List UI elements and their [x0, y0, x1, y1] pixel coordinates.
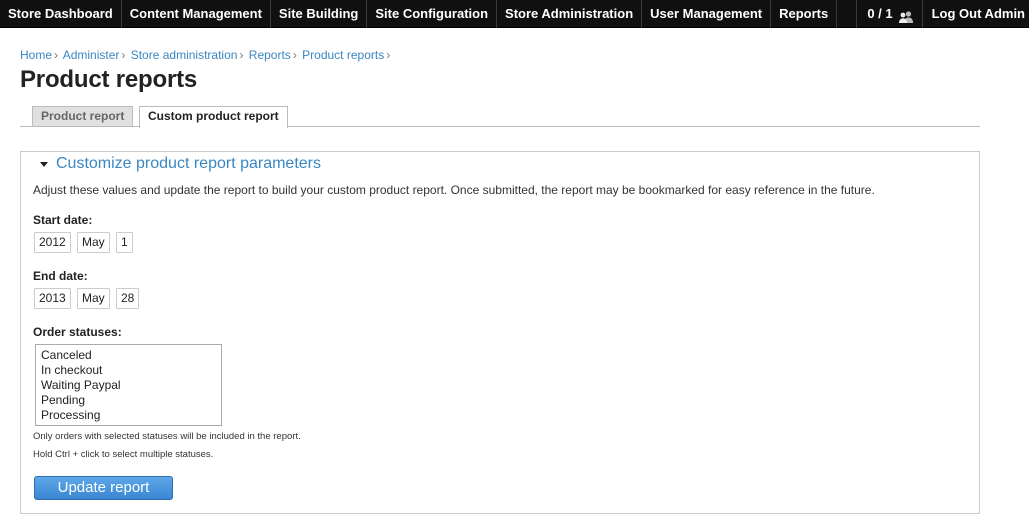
menu-content-management[interactable]: Content Management	[122, 0, 271, 28]
tab-bar: Product report Custom product report	[20, 106, 980, 128]
users-online[interactable]: 0 / 1	[856, 0, 923, 28]
menu-store-dashboard[interactable]: Store Dashboard	[0, 0, 122, 28]
breadcrumb-store-administration[interactable]: Store administration	[131, 48, 238, 62]
breadcrumb-administer[interactable]: Administer	[63, 48, 120, 62]
breadcrumb: Home › Administer › Store administration › …	[20, 48, 392, 62]
fieldset-description: Adjust these values and update the repor…	[33, 183, 875, 197]
status-option[interactable]: Waiting Paypal	[41, 378, 216, 393]
start-year-select[interactable]: 2012	[34, 232, 71, 253]
menu-site-building[interactable]: Site Building	[271, 0, 368, 28]
menu-user-management[interactable]: User Management	[642, 0, 772, 28]
start-date-label: Start date:	[33, 213, 93, 227]
breadcrumb-separator: ›	[292, 48, 297, 62]
fieldset-legend[interactable]: Customize product report parameters	[40, 155, 321, 173]
tab-product-report[interactable]: Product report	[32, 106, 134, 126]
users-icon	[898, 7, 914, 23]
order-statuses-label: Order statuses:	[33, 325, 122, 339]
end-day-select[interactable]: 28	[116, 288, 140, 309]
admin-bar: Store Dashboard Content Management Site …	[0, 0, 1029, 28]
end-year-select[interactable]: 2013	[34, 288, 71, 309]
menu-reports[interactable]: Reports	[771, 0, 838, 28]
breadcrumb-product-reports[interactable]: Product reports	[302, 48, 384, 62]
page-title: Product reports	[20, 66, 198, 93]
collapse-arrow-icon	[40, 162, 48, 167]
end-month-select[interactable]: May	[77, 288, 110, 309]
breadcrumb-separator: ›	[386, 48, 391, 62]
update-report-button[interactable]: Update report	[34, 476, 173, 500]
breadcrumb-separator: ›	[121, 48, 126, 62]
tab-custom-product-report[interactable]: Custom product report	[139, 106, 288, 128]
fieldset-legend-label: Customize product report parameters	[56, 155, 321, 172]
menu-site-configuration[interactable]: Site Configuration	[367, 0, 498, 28]
start-day-select[interactable]: 1	[116, 232, 133, 253]
admin-menu: Store Dashboard Content Management Site …	[0, 0, 838, 28]
start-month-select[interactable]: May	[77, 232, 110, 253]
order-statuses-help: Only orders with selected statuses will …	[33, 431, 301, 442]
breadcrumb-reports[interactable]: Reports	[249, 48, 291, 62]
breadcrumb-separator: ›	[239, 48, 244, 62]
users-online-count: 0 / 1	[867, 6, 893, 21]
breadcrumb-home[interactable]: Home	[20, 48, 52, 62]
breadcrumb-separator: ›	[54, 48, 59, 62]
logout-link[interactable]: Log Out Admin	[923, 0, 1029, 28]
status-option[interactable]: Processing	[41, 408, 216, 423]
order-statuses-listbox[interactable]: Canceled In checkout Waiting Paypal Pend…	[35, 344, 222, 426]
end-date-label: End date:	[33, 269, 88, 283]
status-option[interactable]: In checkout	[41, 363, 216, 378]
order-statuses-hint: Hold Ctrl + click to select multiple sta…	[33, 449, 214, 460]
menu-store-administration[interactable]: Store Administration	[497, 0, 643, 28]
status-option[interactable]: Canceled	[41, 348, 216, 363]
status-option[interactable]: Pending	[41, 393, 216, 408]
